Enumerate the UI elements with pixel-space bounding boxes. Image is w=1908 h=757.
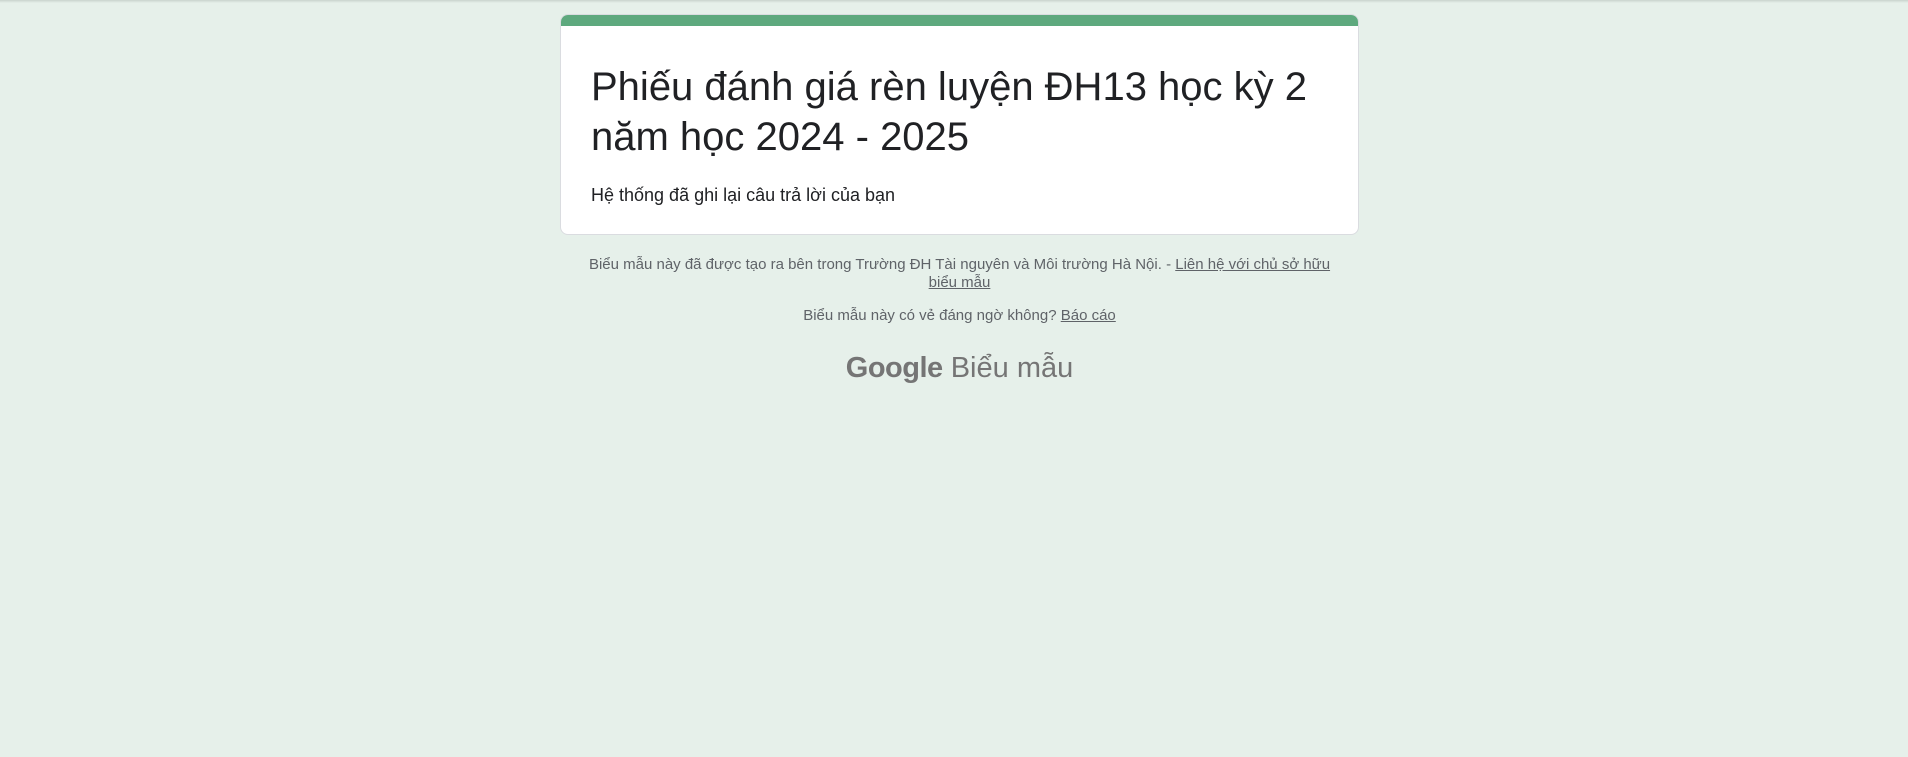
card-accent-bar [561, 15, 1358, 26]
product-name: Biểu mẫu [950, 352, 1074, 384]
report-question: Biểu mẫu này có vẻ đáng ngờ không? [803, 307, 1057, 324]
form-title: Phiếu đánh giá rèn luyện ĐH13 học kỳ 2 n… [591, 65, 1308, 159]
footer-report-note: Biểu mẫu này có vẻ đáng ngờ không? Báo c… [560, 307, 1359, 325]
report-link[interactable]: Báo cáo [1061, 307, 1116, 324]
footer-created-note: Biểu mẫu này đã được tạo ra bên trong Tr… [560, 256, 1359, 292]
confirmation-message: Hệ thống đã ghi lại câu trả lời của bạn [591, 185, 895, 205]
google-wordmark: Google [845, 352, 943, 384]
footer-created-text: Biểu mẫu này đã được tạo ra bên trong Tr… [588, 256, 1172, 273]
top-shadow [0, 0, 1908, 3]
form-header-card: Phiếu đánh giá rèn luyện ĐH13 học kỳ 2 n… [560, 14, 1359, 235]
google-forms-logo[interactable]: Google Biểu mẫu [560, 350, 1359, 386]
